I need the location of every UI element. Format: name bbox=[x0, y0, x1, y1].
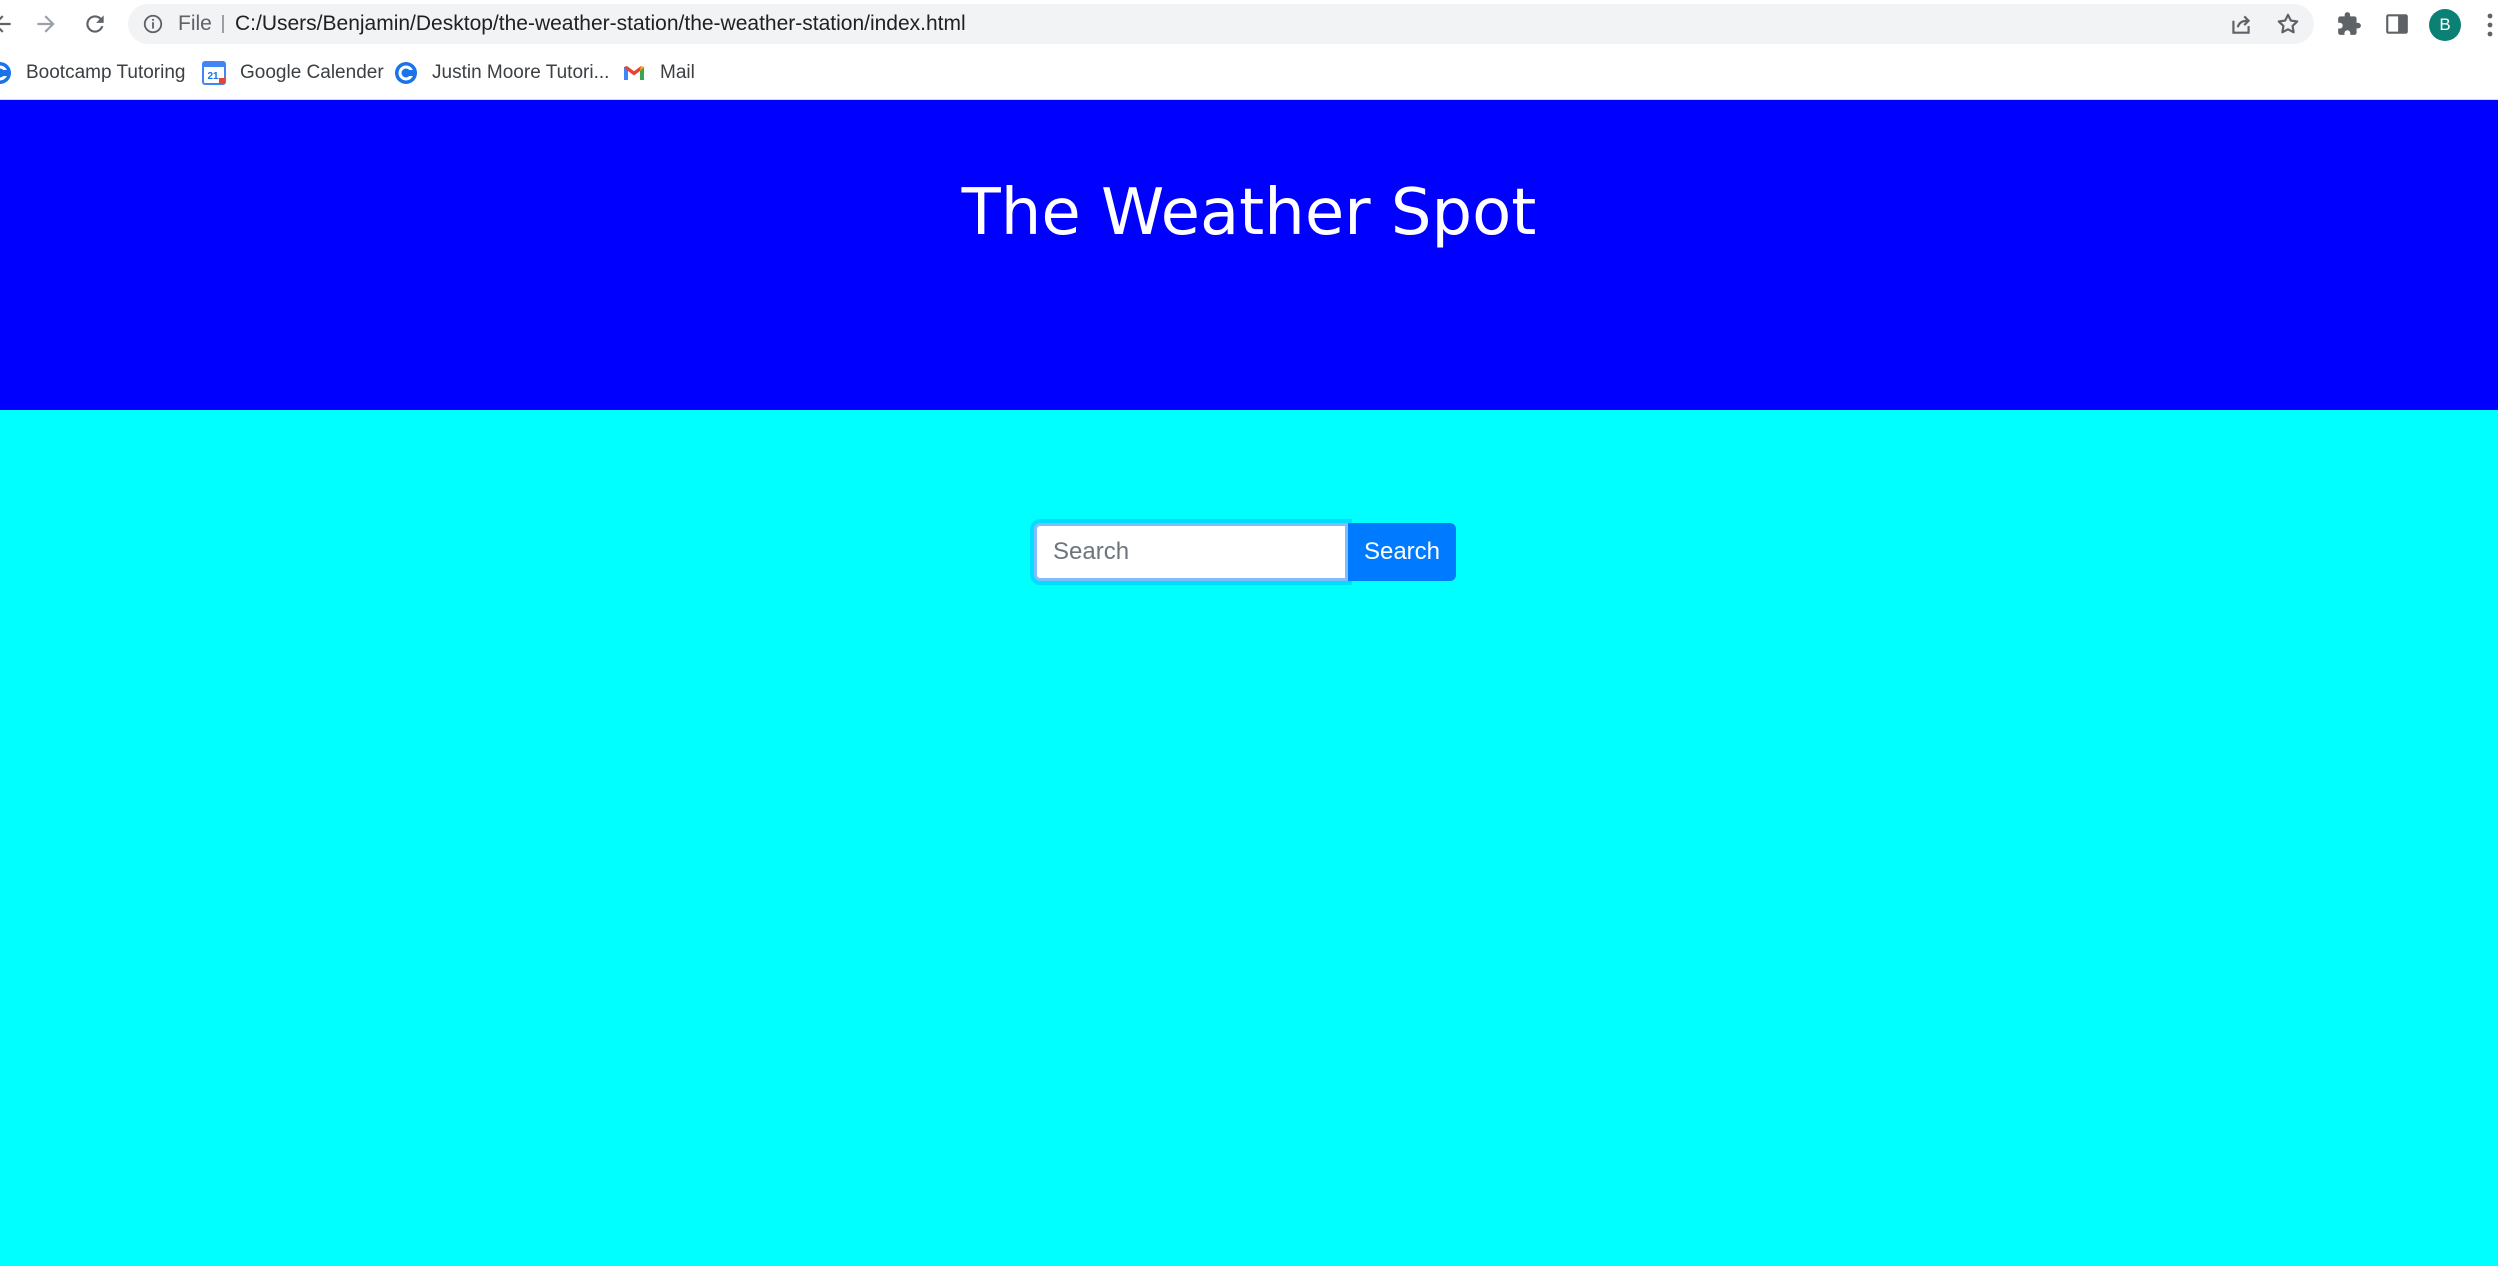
gmail-icon bbox=[622, 61, 646, 85]
bookmark-label: Google Calender bbox=[240, 62, 384, 83]
info-icon[interactable] bbox=[142, 13, 164, 35]
bookmarks-bar: Bootcamp Tutoring 21 Google Calender Jus… bbox=[0, 48, 2498, 100]
bootcamp-icon bbox=[394, 61, 418, 85]
search-input[interactable] bbox=[1034, 523, 1348, 581]
profile-avatar[interactable]: B bbox=[2429, 9, 2461, 41]
bookmark-google-calender[interactable]: 21 Google Calender bbox=[202, 58, 384, 88]
star-icon[interactable] bbox=[2275, 11, 2301, 37]
back-arrow-icon[interactable] bbox=[0, 6, 20, 42]
share-icon[interactable] bbox=[2228, 11, 2254, 37]
bookmark-label: Justin Moore Tutori... bbox=[432, 62, 610, 83]
bookmark-label: Mail bbox=[660, 62, 695, 83]
calendar-icon-text: 21 bbox=[207, 71, 219, 82]
bookmark-justin-moore-tutoring[interactable]: Justin Moore Tutori... bbox=[394, 58, 609, 88]
side-panel-icon[interactable] bbox=[2384, 11, 2410, 37]
search-form: Search bbox=[1034, 523, 1456, 581]
reload-icon[interactable] bbox=[77, 6, 113, 42]
puzzle-icon[interactable] bbox=[2336, 11, 2362, 37]
page-title: The Weather Spot bbox=[961, 176, 1537, 250]
bootcamp-icon bbox=[0, 61, 12, 85]
scheme-label: File bbox=[178, 12, 212, 35]
address-bar[interactable]: File C:/Users/Benjamin/Desktop/the-weath… bbox=[128, 4, 2314, 44]
calendar-icon: 21 bbox=[202, 61, 226, 85]
omnibox-divider bbox=[222, 15, 224, 33]
page-body: The Weather Spot Search bbox=[0, 100, 2498, 1266]
bookmark-mail[interactable]: Mail bbox=[622, 58, 695, 88]
page-header: The Weather Spot bbox=[0, 100, 2498, 410]
url-text[interactable]: C:/Users/Benjamin/Desktop/the-weather-st… bbox=[235, 4, 966, 44]
bookmark-label: Bootcamp Tutoring bbox=[26, 62, 186, 83]
browser-toolbar: File C:/Users/Benjamin/Desktop/the-weath… bbox=[0, 0, 2498, 48]
forward-arrow-icon[interactable] bbox=[28, 6, 64, 42]
bookmark-bootcamp-tutoring[interactable]: Bootcamp Tutoring bbox=[0, 58, 185, 88]
kebab-menu-icon[interactable] bbox=[2486, 12, 2494, 38]
search-button[interactable]: Search bbox=[1348, 523, 1456, 581]
